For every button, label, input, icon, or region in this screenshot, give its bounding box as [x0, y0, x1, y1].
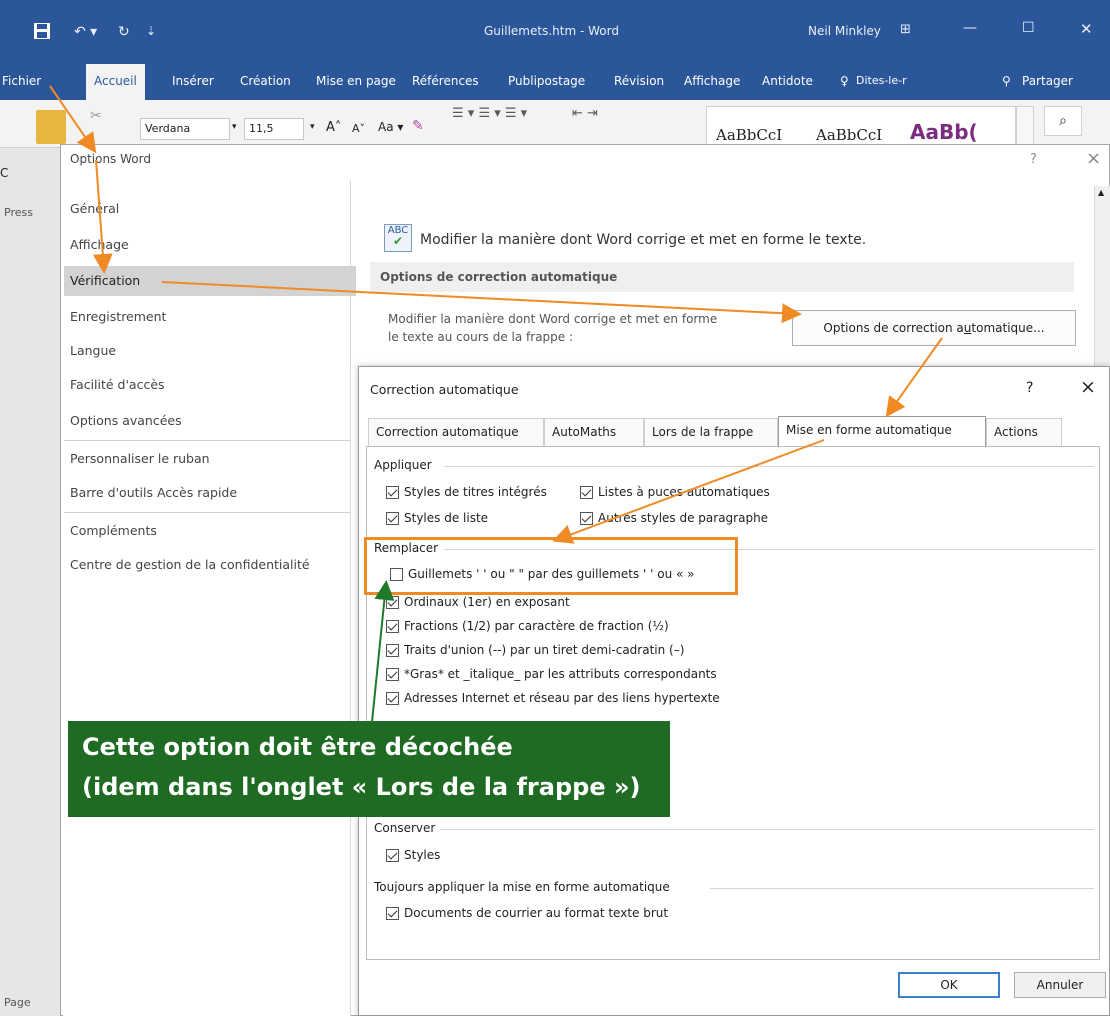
- arrow-button-to-tab: [885, 337, 943, 418]
- arrow-fichier-to-options: [49, 85, 97, 154]
- annotation-arrows: [49, 85, 943, 723]
- arrow-verification-to-button: [161, 281, 802, 324]
- arrow-tab-to-remplacer: [552, 439, 825, 544]
- arrow-options-to-verification: [92, 159, 113, 274]
- arrow-note-to-checkbox: [371, 580, 395, 723]
